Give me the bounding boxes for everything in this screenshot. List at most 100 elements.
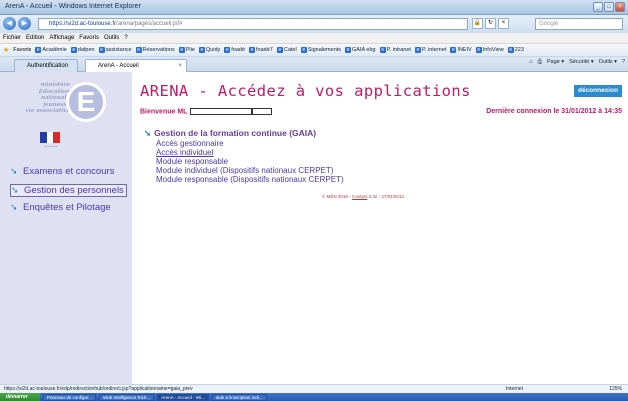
page-content: ministère Éducation nationale jeunesse v… bbox=[0, 72, 628, 384]
window-title: ArenA - Accueil - Windows Internet Explo… bbox=[5, 3, 141, 10]
taskbar-item[interactable]: aide a linscription indi... bbox=[211, 393, 267, 401]
arrow-icon: ➘ bbox=[10, 166, 18, 176]
url-path: /arena/pages/accueil.jsf# bbox=[116, 21, 183, 27]
favorite-link[interactable]: Signalements bbox=[301, 47, 341, 53]
menu-edition[interactable]: Edition bbox=[26, 33, 44, 43]
menu-outils[interactable]: Outils bbox=[104, 33, 119, 43]
forward-icon[interactable]: ▶ bbox=[18, 17, 31, 30]
arrow-icon: ➘ bbox=[11, 185, 19, 195]
sidebar-item-examens[interactable]: ➘ Examens et concours bbox=[10, 166, 114, 177]
logo-word: vie associative bbox=[25, 108, 70, 114]
status-url: https://si2d.ac-toulouse.fr/edp/redirect… bbox=[4, 386, 193, 392]
back-icon[interactable]: ◀ bbox=[3, 17, 16, 30]
link-acces-gestionnaire[interactable]: Accès gestionnaire bbox=[156, 139, 344, 148]
sidebar-item-enquetes[interactable]: ➘ Enquêtes et Pilotage bbox=[10, 202, 111, 213]
url-input[interactable]: https://si2d.ac-toulouse.fr/arena/pages/… bbox=[38, 18, 468, 30]
favorite-link[interactable]: 223 bbox=[508, 47, 524, 53]
favorite-link[interactable]: P. internet bbox=[415, 47, 446, 53]
welcome-label: Bienvenue ML bbox=[140, 108, 188, 116]
command-bar: ⌂ ⎙ Page ▾ Sécurité ▾ Outils ▾ ? bbox=[529, 59, 625, 66]
home-icon[interactable]: ⌂ bbox=[529, 59, 532, 66]
favorite-link[interactable]: Académie bbox=[35, 47, 66, 53]
search-input[interactable]: Google bbox=[535, 18, 623, 30]
taskbar-item[interactable]: Web Intelligence Rich... bbox=[99, 393, 155, 401]
sidebar-item-label: Enquêtes et Pilotage bbox=[23, 202, 111, 213]
menu-affichage[interactable]: Affichage bbox=[49, 33, 74, 43]
link-acces-individuel[interactable]: Accès individuel bbox=[156, 148, 344, 157]
last-login: Dernière connexion le 31/01/2012 à 14:35 bbox=[486, 108, 622, 115]
security-zone: Internet bbox=[506, 386, 523, 392]
taskbar: démarrer Panneau de configur... Web Inte… bbox=[0, 393, 628, 401]
favorite-link[interactable]: assistance bbox=[99, 47, 132, 53]
sidebar-item-label: Examens et concours bbox=[23, 166, 115, 177]
help-icon[interactable]: ? bbox=[622, 59, 625, 66]
refresh-icon[interactable]: ↻ bbox=[485, 18, 496, 29]
lock-icon[interactable]: 🔒 bbox=[472, 18, 483, 29]
command-outils[interactable]: Outils ▾ bbox=[599, 59, 617, 66]
status-bar: https://si2d.ac-toulouse.fr/edp/redirect… bbox=[0, 384, 628, 393]
window-controls: _ □ × bbox=[593, 2, 625, 12]
contact-link[interactable]: Contact bbox=[352, 194, 368, 199]
sidebar: ministère Éducation nationale jeunesse v… bbox=[0, 72, 132, 384]
menu-bar: Fichier Edition Affichage Favoris Outils… bbox=[0, 33, 628, 44]
favorite-link[interactable]: GAIA ebg bbox=[345, 47, 376, 53]
taskbar-item[interactable]: ArenA - Accueil - Wi... bbox=[157, 393, 209, 401]
favorite-link[interactable]: Catel bbox=[277, 47, 297, 53]
favorites-star-icon[interactable]: ★ bbox=[3, 46, 9, 54]
page-title: ARENA - Accédez à vos applications bbox=[140, 82, 471, 100]
print-icon[interactable]: ⎙ bbox=[538, 59, 542, 66]
stop-icon[interactable]: × bbox=[498, 18, 509, 29]
favorite-link[interactable]: InfoView bbox=[476, 47, 504, 53]
sidebar-item-gestion[interactable]: ➘ Gestion des personnels bbox=[10, 184, 127, 197]
link-module-responsable-cerpet[interactable]: Module responsable (Dispositifs nationau… bbox=[156, 175, 344, 184]
favorite-link[interactable]: Quidy bbox=[199, 47, 220, 53]
page-footer: © MEN 2010 - Contact 3.3e - 27/04/2012 bbox=[322, 194, 404, 199]
tab-authentification[interactable]: Authentification bbox=[14, 59, 78, 72]
close-icon[interactable]: × bbox=[615, 2, 625, 12]
section-heading: ➘ Gestion de la formation continue (GAIA) bbox=[144, 128, 316, 139]
favorites-label[interactable]: Favoris bbox=[13, 47, 31, 53]
favorite-link[interactable]: foadé7 bbox=[249, 47, 273, 53]
masked-name bbox=[252, 108, 273, 115]
logo-words: ministère Éducation nationale jeunesse v… bbox=[10, 82, 70, 115]
link-module-responsable[interactable]: Module responsable bbox=[156, 157, 344, 166]
tab-label: ArenA - Accueil bbox=[98, 63, 139, 69]
menu-help[interactable]: ? bbox=[124, 33, 127, 43]
url-domain: https://si2d.ac-toulouse.fr bbox=[49, 21, 117, 27]
footer-copyright: © MEN 2010 - bbox=[322, 194, 352, 199]
favorite-link[interactable]: dafpen bbox=[71, 47, 95, 53]
sidebar-item-label: Gestion des personnels bbox=[24, 185, 124, 196]
favorite-link[interactable]: INEIV bbox=[450, 47, 471, 53]
favorites-bar: ★ Favoris Académie dafpen assistance Rés… bbox=[0, 44, 628, 57]
arrow-icon: ➘ bbox=[144, 128, 152, 138]
footer-version: 3.3e - 27/04/2012 bbox=[367, 194, 404, 199]
command-securite[interactable]: Sécurité ▾ bbox=[569, 59, 593, 66]
taskbar-item[interactable]: Panneau de configur... bbox=[43, 393, 97, 401]
welcome-text: Bienvenue ML bbox=[140, 108, 273, 116]
app-links: Accès gestionnaire Accès individuel Modu… bbox=[156, 139, 344, 184]
link-module-individuel-cerpet[interactable]: Module individuel (Dispositifs nationaux… bbox=[156, 166, 344, 175]
maximize-icon[interactable]: □ bbox=[604, 2, 614, 12]
start-button[interactable]: démarrer bbox=[0, 393, 40, 401]
menu-favoris[interactable]: Favoris bbox=[79, 33, 99, 43]
window-titlebar: ArenA - Accueil - Windows Internet Explo… bbox=[0, 0, 628, 15]
minimize-icon[interactable]: _ bbox=[593, 2, 603, 12]
favorite-link[interactable]: P. intranet bbox=[380, 47, 411, 53]
tab-bar: Authentification ArenA - Accueil × ⌂ ⎙ Pa… bbox=[0, 57, 628, 72]
favorite-link[interactable]: Plie bbox=[179, 47, 195, 53]
favorite-link[interactable]: Réservations bbox=[136, 47, 175, 53]
menu-fichier[interactable]: Fichier bbox=[3, 33, 21, 43]
main-panel: ARENA - Accédez à vos applications décon… bbox=[132, 72, 628, 384]
section-title: Gestion de la formation continue (GAIA) bbox=[154, 128, 317, 138]
logout-button[interactable]: déconnexion bbox=[574, 85, 622, 97]
address-bar: ◀ ▶ https://si2d.ac-toulouse.fr/arena/pa… bbox=[0, 15, 628, 33]
zoom-level[interactable]: 125% bbox=[609, 385, 622, 393]
french-flag-icon bbox=[40, 132, 61, 143]
ministry-logo: ministère Éducation nationale jeunesse v… bbox=[6, 82, 128, 124]
favorite-link[interactable]: foadé bbox=[224, 47, 245, 53]
masked-name bbox=[190, 108, 253, 115]
address-icons: 🔒 ↻ × bbox=[472, 18, 509, 29]
tab-close-icon[interactable]: × bbox=[178, 60, 182, 72]
tab-arena-accueil[interactable]: ArenA - Accueil × bbox=[85, 59, 187, 72]
command-page[interactable]: Page ▾ bbox=[547, 59, 564, 66]
